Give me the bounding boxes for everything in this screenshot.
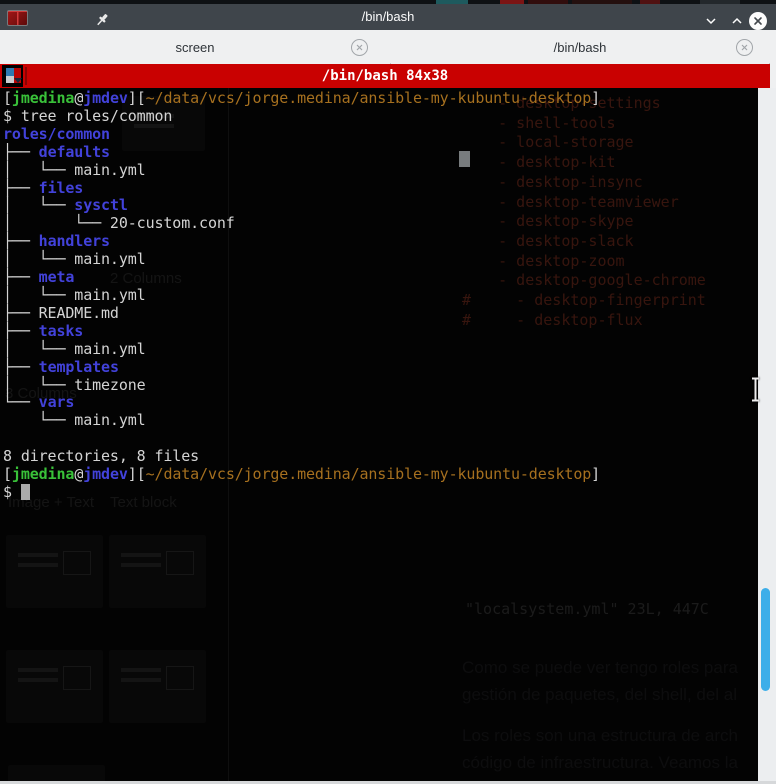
terminal-line: │ └── main.yml bbox=[3, 250, 146, 269]
terminal-line: ├── meta bbox=[3, 268, 75, 287]
terminal-line: ├── tasks bbox=[3, 321, 84, 340]
ghost-card bbox=[109, 535, 206, 608]
terminal-line: [jmedina@jmdev][~/data/vcs/jorge.medina/… bbox=[3, 465, 601, 484]
window-title: /bin/bash bbox=[361, 9, 415, 24]
terminal-line: │ └── sysctl bbox=[3, 196, 128, 215]
terminal-line: roles/common bbox=[3, 124, 110, 143]
ghost-paragraph-line: código de infraestructura. Veamos la bbox=[462, 753, 738, 772]
ghost-paragraph-line: Como se puede ver tengo roles para bbox=[462, 658, 738, 677]
terminal-line: │ └── main.yml bbox=[3, 285, 146, 304]
ghost-card bbox=[109, 650, 206, 723]
terminal-line: └── vars bbox=[3, 393, 75, 412]
pane-header: /bin/bash 84x38 bbox=[0, 64, 770, 88]
ghost-card bbox=[6, 650, 103, 723]
tab-screen-close-icon[interactable] bbox=[351, 39, 368, 56]
tab-bin-bash[interactable]: /bin/bash bbox=[391, 30, 769, 64]
konsole-window: /bin/bash screen /bin/bash /bin/bash 84x… bbox=[0, 0, 776, 784]
terminal-line: 8 directories, 8 files bbox=[3, 447, 200, 466]
terminal-cursor bbox=[20, 483, 30, 500]
terminal-line: ├── files bbox=[3, 178, 84, 197]
terminal-line: └── main.yml bbox=[3, 411, 146, 430]
terminal-screen[interactable]: - desktop-settings - shell-tools - local… bbox=[0, 88, 758, 784]
terminal-line: $ bbox=[3, 483, 600, 502]
tab-screen-label: screen bbox=[175, 39, 215, 55]
tab-screen[interactable]: screen bbox=[0, 30, 390, 64]
terminal-line: │ └── main.yml bbox=[3, 160, 146, 179]
ghost-vim-statusline: "localsystem.yml" 23L, 447C bbox=[465, 600, 709, 618]
terminal-line: ├── defaults bbox=[3, 142, 110, 161]
ghost-card bbox=[6, 535, 103, 608]
close-button[interactable] bbox=[749, 12, 767, 30]
scrollbar-handle[interactable] bbox=[761, 588, 770, 691]
terminal-line: $ tree roles/common bbox=[3, 106, 173, 125]
pane-header-label: /bin/bash 84x38 bbox=[321, 68, 449, 84]
ibeam-mouse-cursor bbox=[750, 376, 761, 408]
ghost-paragraph-line: gestión de paquetes, del shell, del al bbox=[462, 685, 738, 704]
terminal-line: ├── handlers bbox=[3, 232, 110, 251]
titlebar[interactable]: /bin/bash bbox=[0, 4, 776, 30]
maximize-button[interactable] bbox=[728, 12, 746, 30]
terminal-line: ├── templates bbox=[3, 357, 119, 376]
terminal-line: │ └── 20-custom.conf bbox=[3, 214, 235, 233]
terminal-line: │ └── main.yml bbox=[3, 339, 146, 358]
tabbar: screen /bin/bash bbox=[0, 30, 776, 94]
terminal-line: │ └── timezone bbox=[3, 375, 146, 394]
terminal-line: ├── README.md bbox=[3, 303, 119, 322]
terminal-line: [jmedina@jmdev][~/data/vcs/jorge.medina/… bbox=[3, 89, 601, 107]
ghost-paragraph-line: Los roles son una estructura de arch bbox=[462, 726, 738, 745]
minimize-button[interactable] bbox=[702, 12, 720, 30]
tab-bash-close-icon[interactable] bbox=[736, 39, 753, 56]
terminal-lines: [jmedina@jmdev][~/data/vcs/jorge.medina/… bbox=[3, 89, 601, 502]
tab-bash-label: /bin/bash bbox=[553, 39, 607, 55]
